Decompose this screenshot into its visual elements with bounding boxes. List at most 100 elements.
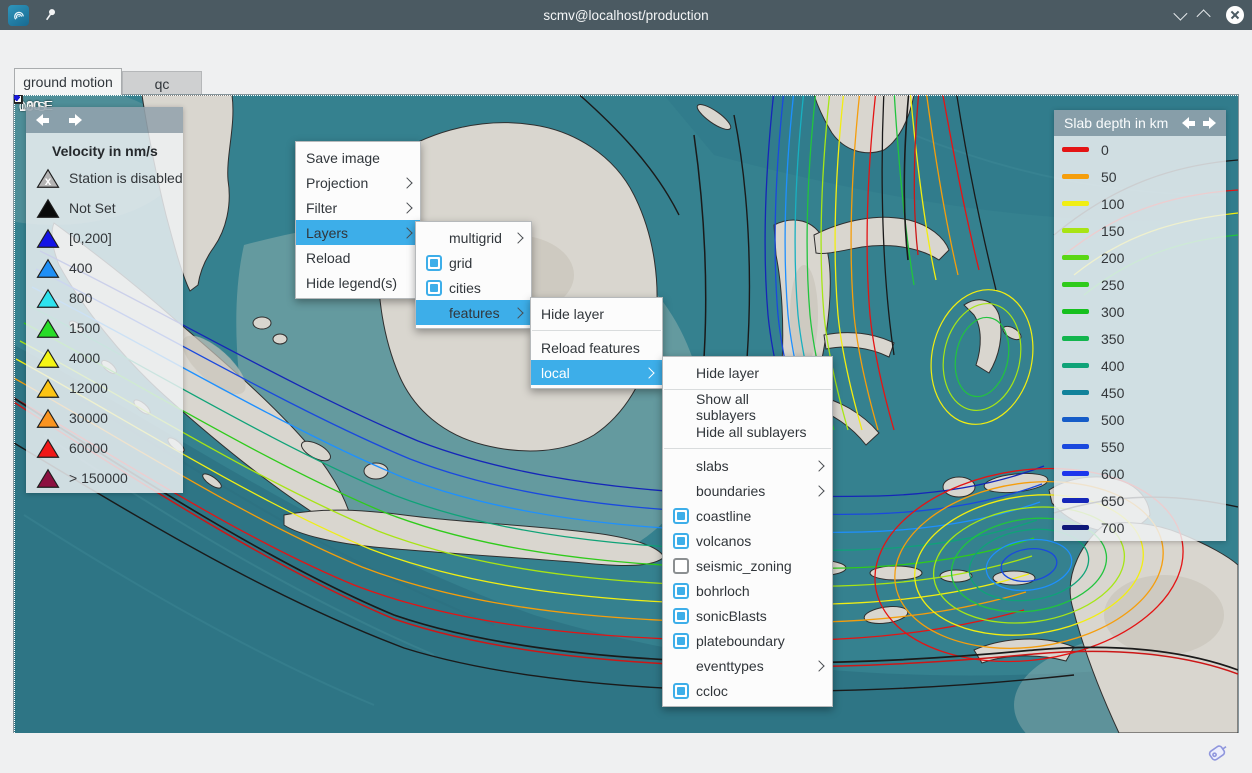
menu-item[interactable]: Save image	[296, 145, 420, 170]
submenu-arrow-icon	[813, 660, 824, 671]
submenu-arrow-icon	[401, 177, 412, 188]
slab-legend-label: 100	[1101, 196, 1124, 212]
menu-item[interactable]: coastline	[663, 503, 832, 528]
menu-item[interactable]: volcanos	[663, 528, 832, 553]
slab-legend-item: 600	[1054, 460, 1226, 487]
slab-legend-label: 400	[1101, 358, 1124, 374]
slab-legend-label: 50	[1101, 169, 1117, 185]
tab[interactable]: ground motion	[14, 68, 122, 95]
menu-item[interactable]: Filter	[296, 195, 420, 220]
menu-item[interactable]: multigrid	[416, 225, 531, 250]
velocity-legend-label: 1500	[69, 320, 100, 336]
menu-item[interactable]: Hide all sublayers	[663, 419, 832, 444]
menu-item[interactable]: Reload	[296, 245, 420, 270]
velocity-legend-label: 400	[69, 260, 92, 276]
menu-item[interactable]: boundaries	[663, 478, 832, 503]
slab-legend-item: 500	[1054, 406, 1226, 433]
menu-item[interactable]: Hide legend(s)	[296, 270, 420, 295]
menu-item[interactable]: grid	[416, 250, 531, 275]
velocity-legend-item: x Station is disabled	[26, 163, 183, 193]
menu-item[interactable]: local	[531, 360, 662, 385]
menu-item[interactable]: Hide layer	[531, 301, 662, 326]
line-swatch	[1062, 201, 1089, 206]
menu-item[interactable]: Show all sublayers	[663, 394, 832, 419]
map-view[interactable]: 100 E110 E120 E130 E 010 S Velocity in n…	[14, 95, 1238, 733]
menu-item[interactable]: bohrloch	[663, 578, 832, 603]
menu-item[interactable]: Layers	[296, 220, 420, 245]
slab-legend-label: 500	[1101, 412, 1124, 428]
legend-next-icon[interactable]	[1203, 117, 1216, 129]
velocity-legend-label: 12000	[69, 380, 108, 396]
checkbox-icon	[673, 558, 689, 574]
menu-item[interactable]: Hide layer	[663, 360, 832, 385]
triangle-swatch-icon: x	[36, 168, 60, 189]
tabbar: ground motionqc	[0, 62, 1252, 95]
line-swatch	[1062, 390, 1089, 395]
menubar-item[interactable]	[2, 42, 26, 50]
velocity-legend-item: x 12000	[26, 373, 183, 403]
checkbox-icon	[673, 608, 689, 624]
line-swatch	[1062, 228, 1089, 233]
submenu-arrow-icon	[401, 202, 412, 213]
velocity-legend-label: 800	[69, 290, 92, 306]
slab-legend-item: 700	[1054, 514, 1226, 541]
slab-depth-legend-title: Slab depth in km	[1064, 115, 1178, 131]
slab-legend-label: 650	[1101, 493, 1124, 509]
map-context-menu: Save image Projection Filter Layers	[295, 141, 421, 299]
legend-next-icon[interactable]	[69, 114, 82, 126]
slab-legend-label: 450	[1101, 385, 1124, 401]
slab-legend-label: 250	[1101, 277, 1124, 293]
menubar-item[interactable]	[28, 42, 52, 50]
submenu-arrow-icon	[813, 460, 824, 471]
slab-legend-item: 250	[1054, 271, 1226, 298]
menu-item[interactable]: cities	[416, 275, 531, 300]
slab-depth-legend: Slab depth in km 0 50 100	[1054, 110, 1226, 541]
maximize-icon[interactable]	[1197, 9, 1211, 23]
titlebar: scmv@localhost/production	[0, 0, 1252, 30]
window-title: scmv@localhost/production	[0, 8, 1252, 23]
velocity-legend-label: Not Set	[69, 200, 116, 216]
checkbox-icon	[673, 508, 689, 524]
velocity-legend-item: x 800	[26, 283, 183, 313]
velocity-legend-label: Station is disabled	[69, 170, 183, 186]
menu-item[interactable]: Reload features	[531, 335, 662, 360]
triangle-swatch-icon: x	[36, 468, 60, 489]
velocity-legend-header	[26, 107, 183, 133]
menu-item[interactable]: Projection	[296, 170, 420, 195]
velocity-legend-item: x 4000	[26, 343, 183, 373]
velocity-legend: Velocity in nm/s x Station is disabled	[26, 107, 183, 493]
slab-legend-item: 200	[1054, 244, 1226, 271]
slab-legend-item: 650	[1054, 487, 1226, 514]
menu-item[interactable]: features	[416, 300, 531, 325]
legend-prev-icon[interactable]	[36, 114, 49, 126]
menu-item[interactable]: sonicBlasts	[663, 603, 832, 628]
minimize-icon[interactable]	[1173, 7, 1187, 21]
velocity-legend-item: x > 150000	[26, 463, 183, 493]
line-swatch	[1062, 525, 1089, 530]
slab-legend-item: 100	[1054, 190, 1226, 217]
line-swatch	[1062, 417, 1089, 422]
tab[interactable]: qc	[122, 71, 202, 95]
line-swatch	[1062, 363, 1089, 368]
velocity-legend-item: x 30000	[26, 403, 183, 433]
velocity-legend-label: 4000	[69, 350, 100, 366]
close-icon[interactable]	[1226, 6, 1244, 24]
gridline-latitude: 10 S	[14, 95, 1238, 96]
submenu-arrow-icon	[512, 307, 523, 318]
triangle-swatch-icon: x	[36, 378, 60, 399]
menu-item[interactable]: slabs	[663, 453, 832, 478]
velocity-legend-label: 60000	[69, 440, 108, 456]
triangle-swatch-icon: x	[36, 408, 60, 429]
line-swatch	[1062, 282, 1089, 287]
legend-prev-icon[interactable]	[1182, 117, 1195, 129]
menu-item[interactable]: seismic_zoning	[663, 553, 832, 578]
menu-item[interactable]: ccloc	[663, 678, 832, 703]
line-swatch	[1062, 444, 1089, 449]
menu-item[interactable]: plateboundary	[663, 628, 832, 653]
menu-item[interactable]: eventtypes	[663, 653, 832, 678]
slab-legend-item: 550	[1054, 433, 1226, 460]
velocity-legend-label: [0,200]	[69, 230, 112, 246]
slab-legend-label: 350	[1101, 331, 1124, 347]
menu-separator	[532, 330, 661, 331]
layers-submenu: multigrid grid cities features	[415, 221, 532, 329]
